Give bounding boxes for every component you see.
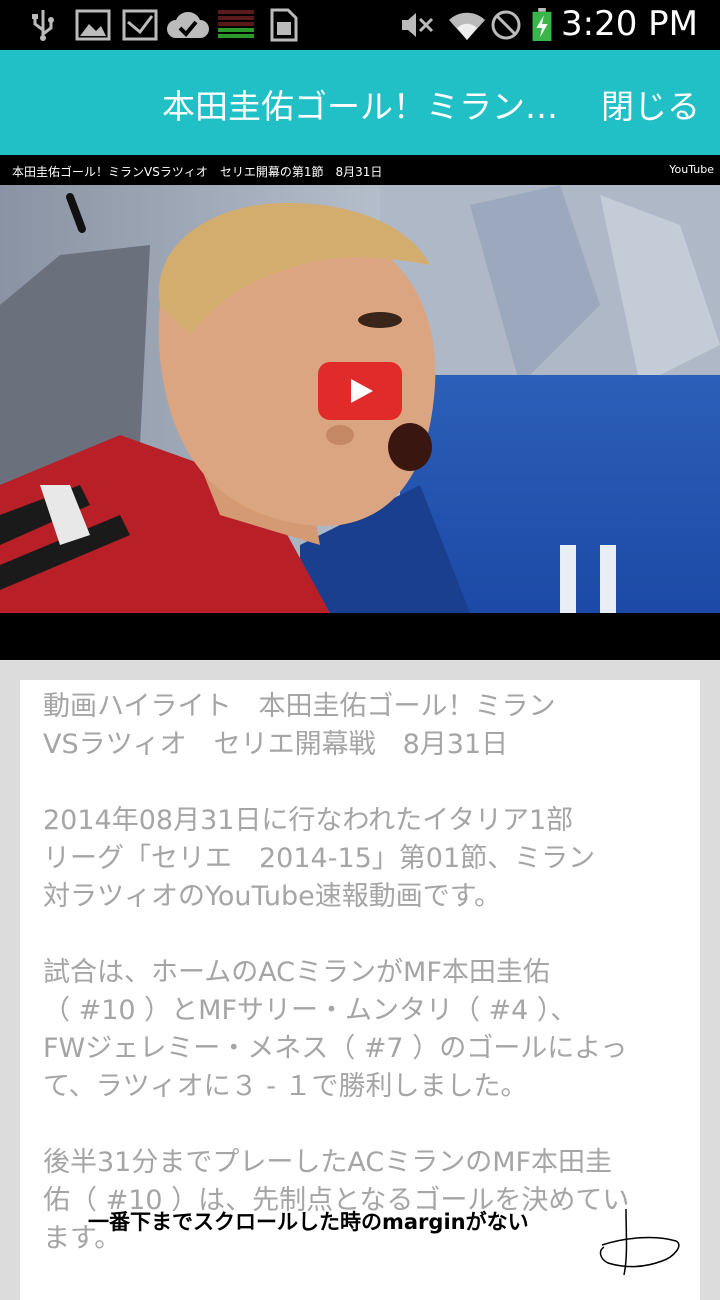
sim-card-icon (270, 8, 298, 42)
battery-charging-icon (532, 8, 552, 42)
text-line: 試合は、ホームのACミランがMF本田圭佑 (43, 957, 550, 988)
status-bar: 3:20 PM (0, 0, 720, 50)
video-source-label: YouTube (669, 163, 714, 176)
article-paragraph: 2014年08月31日に行なわれたイタリア1部 リーグ「セリエ 2014-15」… (43, 802, 683, 916)
text-line: て、ラツィオに３ - １で勝利しました。 (43, 1071, 528, 1102)
mail-icon (122, 9, 158, 41)
annotation-note: 一番下までスクロールした時のmarginがない (88, 1210, 529, 1234)
text-line: VSラツィオ セリエ開幕戦 8月31日 (43, 729, 509, 760)
usb-icon (32, 10, 54, 41)
text-line: （ #10 ）とMFサリー・ムンタリ（ #4 ）、 (43, 995, 578, 1026)
article-paragraph: 後半31分までプレーしたACミランのMF本田圭 佑（ #10 ）は、先制点となる… (43, 1144, 683, 1258)
scribble-mark (599, 1208, 680, 1276)
text-line: FWジェレミー・メネス（ #7 ）のゴールによっ (43, 1033, 628, 1064)
cloud-check-icon (167, 11, 209, 38)
signal-meter-icon (218, 10, 254, 38)
article-paragraph: 試合は、ホームのACミランがMF本田圭佑 （ #10 ）とMFサリー・ムンタリ（… (43, 954, 683, 1106)
app-bar: 本田圭佑ゴール！ミランVS… 閉じる (0, 50, 720, 155)
blocked-icon (491, 10, 521, 40)
close-button[interactable]: 閉じる (601, 80, 700, 128)
wifi-icon (449, 12, 485, 41)
clock: 3:20 PM (561, 4, 698, 44)
image-icon (75, 9, 111, 41)
text-line: 動画ハイライト 本田圭佑ゴール！ミラン (43, 691, 556, 722)
article-heading: 動画ハイライト 本田圭佑ゴール！ミラン VSラツィオ セリエ開幕戦 8月31日 (43, 688, 683, 764)
text-line: 2014年08月31日に行なわれたイタリア1部 (43, 805, 574, 836)
page-title: 本田圭佑ゴール！ミランVS… (162, 87, 572, 126)
video-title: 本田圭佑ゴール！ミランVSラツィオ セリエ開幕の第1節 8月31日 (12, 165, 383, 179)
text-line: 対ラツィオのYouTube速報動画です。 (43, 881, 502, 912)
mute-icon (402, 13, 434, 37)
text-line: 後半31分までプレーしたACミランのMF本田圭 (43, 1147, 613, 1178)
play-button[interactable] (318, 362, 402, 420)
video-player[interactable]: 本田圭佑ゴール！ミランVSラツィオ セリエ開幕の第1節 8月31日 YouTub… (0, 155, 720, 660)
text-line: リーグ「セリエ 2014-15」第01節、ミラン (43, 843, 596, 874)
